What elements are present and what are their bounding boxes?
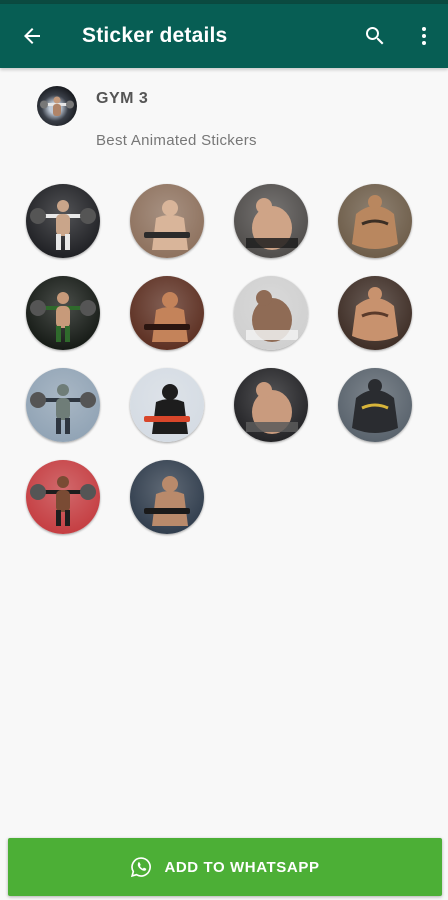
sticker-item[interactable] [338, 368, 412, 442]
page-title: Sticker details [82, 24, 228, 47]
add-to-whatsapp-label: ADD TO WHATSAPP [164, 858, 320, 876]
sticker-item[interactable] [338, 184, 412, 258]
search-button[interactable] [350, 4, 400, 68]
sticker-item[interactable] [26, 460, 100, 534]
sticker-item[interactable] [234, 368, 308, 442]
pack-name: GYM 3 [96, 90, 149, 107]
pack-header: GYM 3 Best Animated Stickers [0, 68, 448, 168]
sticker-item[interactable] [26, 368, 100, 442]
sticker-item[interactable] [26, 184, 100, 258]
sticker-grid [26, 184, 426, 534]
back-button[interactable] [0, 4, 64, 68]
sticker-item[interactable] [234, 276, 308, 350]
arrow-left-icon [24, 28, 40, 44]
sticker-item[interactable] [130, 276, 204, 350]
sticker-item[interactable] [26, 276, 100, 350]
pack-publisher: Best Animated Stickers [96, 132, 257, 149]
more-vert-icon [422, 27, 426, 45]
sticker-item[interactable] [130, 184, 204, 258]
more-options-button[interactable] [400, 4, 448, 68]
whatsapp-icon [131, 857, 152, 878]
sticker-item[interactable] [130, 368, 204, 442]
pack-tray-icon [37, 86, 77, 126]
sticker-item[interactable] [130, 460, 204, 534]
sticker-item[interactable] [234, 184, 308, 258]
app-bar: Sticker details [0, 4, 448, 68]
search-icon [366, 27, 384, 45]
add-to-whatsapp-button[interactable]: ADD TO WHATSAPP [8, 838, 442, 896]
sticker-item[interactable] [338, 276, 412, 350]
